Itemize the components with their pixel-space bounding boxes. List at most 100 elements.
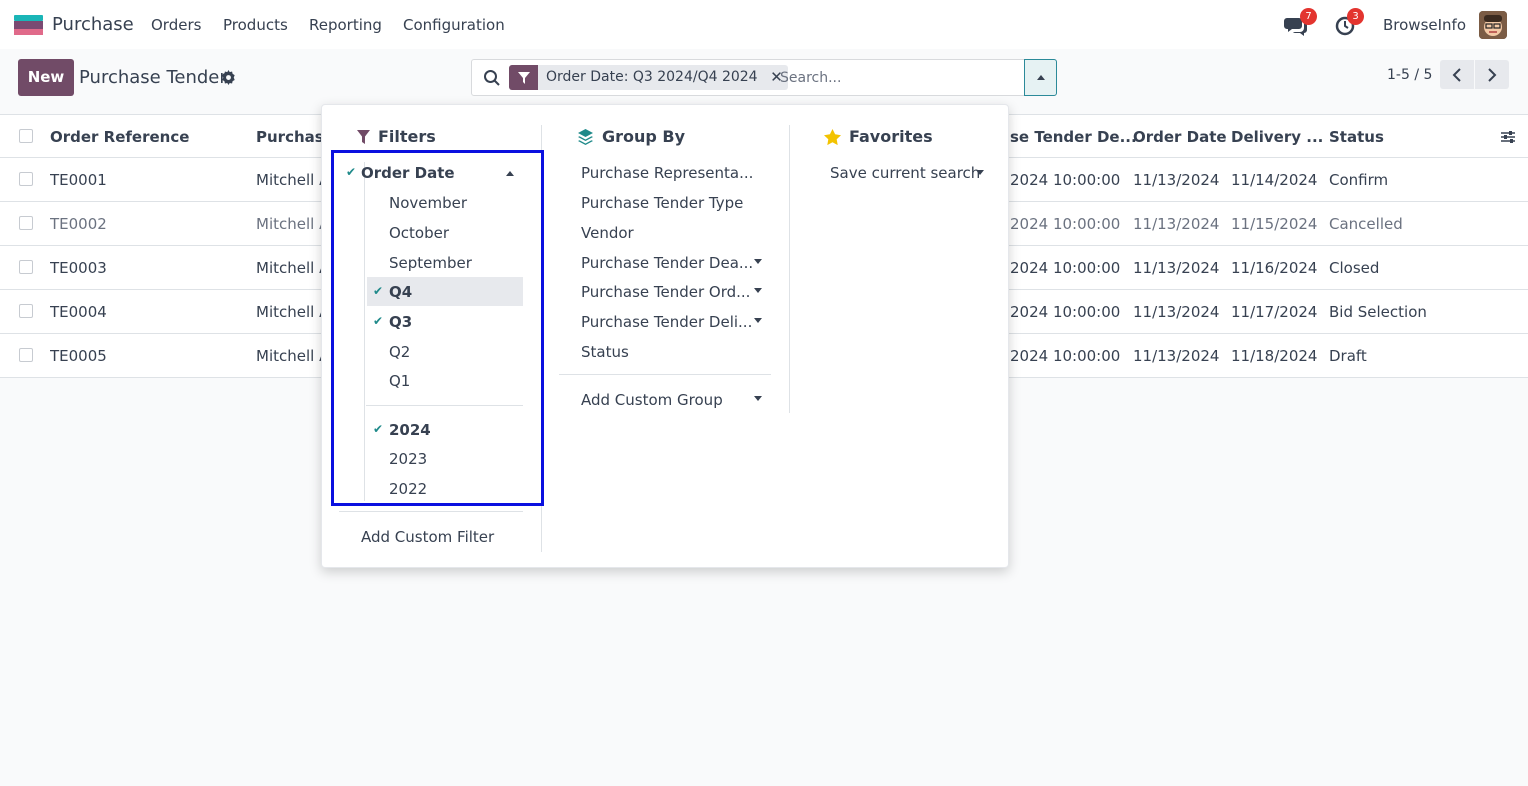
new-button[interactable]: New (18, 59, 74, 96)
chevron-right-icon (1488, 67, 1497, 82)
top-navbar: Purchase Orders Products Reporting Confi… (0, 0, 1528, 49)
caret-down-icon[interactable] (754, 288, 762, 293)
column-status[interactable]: Status (1329, 128, 1384, 146)
cell-order-date: 11/13/2024 (1133, 215, 1220, 233)
menu-orders[interactable]: Orders (151, 16, 201, 34)
search-options-toggle[interactable] (1024, 59, 1057, 96)
search-bar: Order Date: Q3 2024/Q4 2024 ✕ (471, 59, 1057, 96)
highlight-annotation (331, 150, 544, 506)
search-icon[interactable] (483, 69, 501, 87)
filter-separator (339, 511, 523, 512)
cell-order-date: 11/13/2024 (1133, 171, 1220, 189)
cell-status: Draft (1329, 347, 1367, 365)
user-avatar[interactable] (1479, 11, 1507, 39)
favorites-title-label: Favorites (849, 127, 933, 146)
activities-button[interactable]: 3 (1334, 8, 1364, 40)
groupby-separator (559, 374, 771, 375)
cell-delivery: 11/17/2024 (1231, 303, 1318, 321)
cell-deadline: 2024 10:00:00 (1010, 259, 1121, 277)
star-icon (824, 128, 841, 145)
purchase-app-icon[interactable] (14, 15, 43, 35)
app-name[interactable]: Purchase (52, 14, 134, 35)
groupby-tender-type[interactable]: Purchase Tender Type (581, 194, 743, 212)
groupby-tender-order-date[interactable]: Purchase Tender Ord... (581, 283, 750, 301)
add-custom-filter[interactable]: Add Custom Filter (361, 528, 494, 546)
search-facet: Order Date: Q3 2024/Q4 2024 ✕ (509, 65, 788, 90)
row-checkbox[interactable] (19, 172, 33, 186)
column-delivery[interactable]: Delivery ... (1231, 128, 1323, 146)
cell-order-date: 11/13/2024 (1133, 347, 1220, 365)
cell-status: Closed (1329, 259, 1380, 277)
search-options-dropdown: Filters ✔ Order Date November October Se… (321, 104, 1009, 568)
cell-ref: TE0003 (50, 259, 107, 277)
group-by-title-label: Group By (602, 127, 686, 146)
caret-down-icon[interactable] (754, 318, 762, 323)
gear-icon[interactable] (221, 70, 236, 85)
chevron-left-icon (1452, 67, 1461, 82)
cell-status: Bid Selection (1329, 303, 1427, 321)
save-current-search[interactable]: Save current search (830, 164, 980, 182)
cell-purchase: Mitchell A (256, 303, 321, 321)
cell-delivery: 11/15/2024 (1231, 215, 1318, 233)
pager-value[interactable]: 1-5 / 5 (1387, 67, 1432, 83)
facet-value: Order Date: Q3 2024/Q4 2024 (546, 69, 758, 85)
cell-ref: TE0004 (50, 303, 107, 321)
cell-deadline: 2024 10:00:00 (1010, 303, 1121, 321)
favorites-title: Favorites (824, 127, 933, 146)
row-checkbox[interactable] (19, 216, 33, 230)
groupby-status[interactable]: Status (581, 343, 629, 361)
add-custom-group[interactable]: Add Custom Group (581, 391, 723, 409)
cell-purchase: Mitchell A (256, 347, 321, 365)
groupby-tender-delivery[interactable]: Purchase Tender Deli... (581, 313, 752, 331)
caret-down-icon[interactable] (754, 396, 762, 401)
filters-title-label: Filters (378, 127, 436, 146)
cell-purchase: Mitchell A (256, 259, 321, 277)
messages-badge: 7 (1300, 8, 1317, 25)
cell-purchase: Mitchell A (256, 215, 321, 233)
user-name[interactable]: BrowseInfo (1383, 16, 1466, 34)
column-order-date[interactable]: Order Date (1133, 128, 1227, 146)
search-input[interactable] (780, 68, 1010, 88)
pager-previous[interactable] (1440, 60, 1474, 89)
caret-up-icon (1036, 75, 1045, 80)
row-checkbox[interactable] (19, 348, 33, 362)
cell-status: Confirm (1329, 171, 1389, 189)
cell-status: Cancelled (1329, 215, 1403, 233)
optional-columns-icon[interactable] (1500, 129, 1516, 145)
caret-down-icon[interactable] (976, 170, 984, 175)
select-all-checkbox[interactable] (19, 129, 33, 143)
cell-order-date: 11/13/2024 (1133, 303, 1220, 321)
groupby-purchase-representative[interactable]: Purchase Representa... (581, 164, 753, 182)
cell-ref: TE0002 (50, 215, 107, 233)
groupby-vendor[interactable]: Vendor (581, 224, 634, 242)
cell-order-date: 11/13/2024 (1133, 259, 1220, 277)
filter-icon (509, 65, 538, 90)
cell-delivery: 11/14/2024 (1231, 171, 1318, 189)
menu-reporting[interactable]: Reporting (309, 16, 382, 34)
page-title: Purchase Tender (79, 67, 227, 88)
cell-ref: TE0001 (50, 171, 107, 189)
column-tender-deadline[interactable]: se Tender De... (1010, 128, 1137, 146)
filters-title: Filters (357, 127, 436, 146)
cell-deadline: 2024 10:00:00 (1010, 347, 1121, 365)
row-checkbox[interactable] (19, 260, 33, 274)
pager-next[interactable] (1475, 60, 1509, 89)
column-purchase[interactable]: Purchase (256, 128, 321, 146)
activities-badge: 3 (1347, 8, 1364, 25)
row-checkbox[interactable] (19, 304, 33, 318)
caret-down-icon[interactable] (754, 259, 762, 264)
cell-ref: TE0005 (50, 347, 107, 365)
menu-configuration[interactable]: Configuration (403, 16, 505, 34)
column-order-reference[interactable]: Order Reference (50, 128, 189, 146)
group-by-title: Group By (577, 127, 685, 146)
column-divider (789, 125, 790, 413)
cell-purchase: Mitchell A (256, 171, 321, 189)
messages-button[interactable]: 7 (1284, 8, 1317, 40)
cell-deadline: 2024 10:00:00 (1010, 215, 1121, 233)
cell-deadline: 2024 10:00:00 (1010, 171, 1121, 189)
cell-delivery: 11/18/2024 (1231, 347, 1318, 365)
menu-products[interactable]: Products (223, 16, 288, 34)
groupby-tender-deadline[interactable]: Purchase Tender Dea... (581, 254, 753, 272)
filter-icon (357, 129, 370, 144)
layers-icon (577, 128, 594, 145)
